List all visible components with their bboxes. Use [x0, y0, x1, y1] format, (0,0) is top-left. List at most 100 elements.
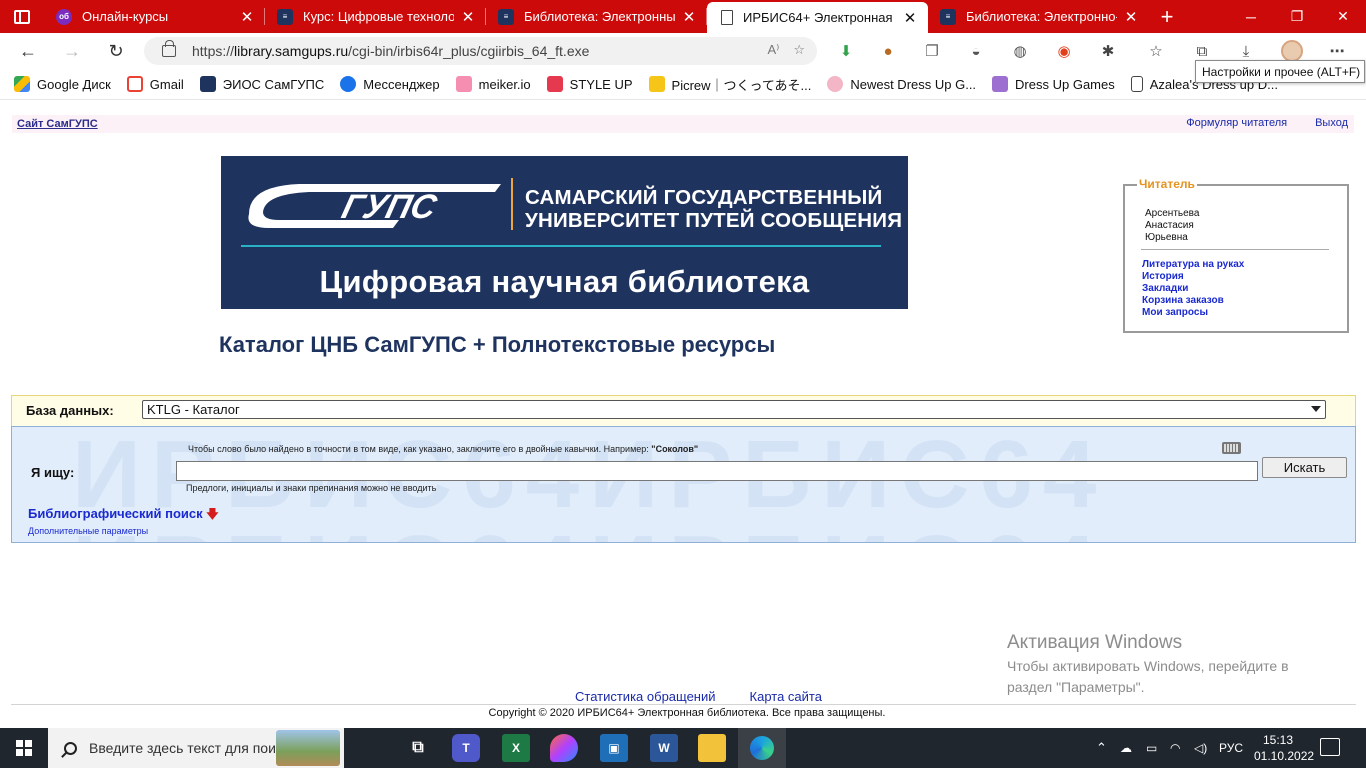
- refresh-button[interactable]: ↻: [94, 33, 138, 69]
- tab-course[interactable]: ≡ Курс: Цифровые технологии ✕: [265, 0, 486, 33]
- bookmark-newest-dress-up[interactable]: Newest Dress Up G...: [827, 76, 976, 92]
- bibliographic-search-link[interactable]: Библиографический поиск 🡇: [28, 505, 219, 526]
- close-icon[interactable]: ✕: [239, 8, 255, 26]
- bookmarks-link[interactable]: Закладки: [1142, 283, 1244, 295]
- more-menu-icon[interactable]: ⋯: [1327, 41, 1347, 61]
- clock-time: 15:13: [1262, 733, 1294, 747]
- tab-online-courses[interactable]: об Онлайн-курсы ✕: [44, 0, 265, 33]
- screen-extension-icon[interactable]: ◒: [966, 41, 986, 61]
- vpn-extension-icon[interactable]: ◉: [1054, 41, 1074, 61]
- tab-title: Библиотека: Электронно-би: [966, 9, 1117, 24]
- task-view-icon[interactable]: ⧉: [404, 734, 432, 762]
- dress-up-games-icon: [992, 76, 1009, 92]
- search-input[interactable]: [176, 461, 1258, 481]
- bookmark-meiker[interactable]: meiker.io: [455, 76, 531, 92]
- books-on-hand-link[interactable]: Литература на руках: [1142, 259, 1244, 271]
- sitemap-link[interactable]: Карта сайта: [750, 689, 822, 704]
- university-line-2: УНИВЕРСИТЕТ ПУТЕЙ СООБЩЕНИЯ: [525, 209, 903, 232]
- bibliographic-search-label: Библиографический поиск: [28, 506, 203, 521]
- bookmark-label: meiker.io: [478, 76, 531, 92]
- profile-avatar[interactable]: [1281, 40, 1303, 62]
- bookmark-eios[interactable]: ЭИОС СамГУПС: [199, 76, 324, 92]
- back-arrow-icon: ←: [19, 40, 37, 61]
- messenger-icon: [340, 76, 357, 92]
- bookmark-google-drive[interactable]: Google Диск: [14, 76, 111, 92]
- close-window-button[interactable]: ✕: [1320, 0, 1366, 33]
- new-tab-button[interactable]: +: [1149, 0, 1185, 33]
- paint-icon[interactable]: [550, 734, 578, 762]
- library-title: Цифровая научная библиотека: [319, 264, 810, 299]
- restore-button[interactable]: ❐: [1274, 0, 1320, 33]
- image-viewer-icon[interactable]: ▣: [600, 734, 628, 762]
- url-host: library.samgups.ru: [234, 43, 349, 59]
- site-link[interactable]: Сайт СамГУПС: [12, 118, 98, 130]
- close-icon[interactable]: ✕: [460, 8, 476, 26]
- globe-extension-icon[interactable]: ◍: [1010, 41, 1030, 61]
- edge-taskbar-button[interactable]: [738, 728, 786, 768]
- add-favorite-icon[interactable]: ☆: [793, 42, 805, 58]
- bookmark-label: Newest Dress Up G...: [850, 76, 977, 92]
- style-up-icon: [546, 76, 563, 92]
- favorites-icon[interactable]: ☆: [1146, 41, 1166, 61]
- bookmark-dress-up-games[interactable]: Dress Up Games: [992, 76, 1115, 92]
- tab-library-electronic[interactable]: ≡ Библиотека: Электронный к ✕: [486, 0, 707, 33]
- collections-icon[interactable]: ⧉: [1192, 41, 1212, 61]
- clock[interactable]: 15:13 01.10.2022: [1254, 732, 1314, 764]
- minimize-icon: ─: [1246, 8, 1256, 25]
- history-link[interactable]: История: [1142, 271, 1244, 283]
- logout-link[interactable]: Выход: [1315, 117, 1348, 129]
- back-button[interactable]: ←: [6, 33, 50, 69]
- vpn-tray-icon[interactable]: ☁: [1120, 728, 1132, 768]
- read-aloud-icon[interactable]: A⁾: [767, 42, 779, 58]
- my-queries-link[interactable]: Мои запросы: [1142, 307, 1244, 319]
- keyboard-icon[interactable]: [1222, 442, 1241, 454]
- volume-icon[interactable]: ◁): [1194, 728, 1207, 768]
- bookmark-messenger[interactable]: Мессенджер: [340, 76, 440, 92]
- bookmark-gmail[interactable]: Gmail: [126, 76, 184, 92]
- word-icon[interactable]: W: [650, 734, 678, 762]
- close-icon[interactable]: ✕: [902, 9, 918, 27]
- reader-form-link[interactable]: Формуляр читателя: [1186, 117, 1287, 129]
- search-panel: ИРБИС64ИРБИС64 ИРБИС64ИРБИС64 Чтобы слов…: [11, 426, 1356, 543]
- watermark-row: ИРБИС64ИРБИС64: [72, 522, 1106, 543]
- database-select[interactable]: KTLG - Каталог: [142, 400, 1326, 419]
- bookmark-label: STYLE UP: [569, 76, 633, 92]
- close-icon[interactable]: ✕: [1123, 8, 1139, 26]
- downloads-icon[interactable]: ⤓: [1236, 41, 1256, 61]
- extensions-icon[interactable]: ✱: [1098, 41, 1118, 61]
- reader-surname: Арсентьева: [1145, 208, 1200, 219]
- banner-rule: [241, 245, 881, 247]
- notifications-icon[interactable]: [1320, 738, 1340, 756]
- show-hidden-icons[interactable]: ⌃: [1096, 728, 1107, 768]
- bookmark-style-up[interactable]: STYLE UP: [546, 76, 633, 92]
- address-bar[interactable]: https://library.samgups.ru/cgi-bin/irbis…: [144, 37, 817, 65]
- bear-extension-icon[interactable]: ●: [878, 41, 898, 61]
- tab-irbis-active[interactable]: ИРБИС64+ Электронная би ✕: [707, 2, 928, 33]
- excel-icon[interactable]: X: [502, 734, 530, 762]
- start-button[interactable]: [0, 728, 48, 768]
- bookmark-label: Мессенджер: [363, 76, 440, 92]
- wifi-icon[interactable]: ◠: [1170, 728, 1180, 768]
- minimize-button[interactable]: ─: [1228, 0, 1274, 33]
- tab-library-ebs[interactable]: ≡ Библиотека: Электронно-би ✕: [928, 0, 1149, 33]
- windows-activation-watermark: Активация Windows Чтобы активировать Win…: [1007, 632, 1289, 698]
- samgups-logo: ам ГУПС: [248, 184, 501, 228]
- battery-icon[interactable]: ▭: [1146, 728, 1157, 768]
- order-cart-link[interactable]: Корзина заказов: [1142, 295, 1244, 307]
- tab-actions-button[interactable]: [0, 0, 44, 33]
- taskbar-search[interactable]: Введите здесь текст для поиска: [48, 728, 344, 768]
- close-icon[interactable]: ✕: [681, 8, 697, 26]
- file-explorer-icon[interactable]: [698, 734, 726, 762]
- search-button[interactable]: Искать: [1262, 457, 1347, 478]
- language-indicator[interactable]: РУС: [1219, 728, 1243, 768]
- forward-button[interactable]: →: [50, 33, 94, 69]
- statistics-link[interactable]: Статистика обращений: [575, 689, 716, 704]
- refresh-icon: ↻: [108, 40, 124, 61]
- teams-icon[interactable]: T: [452, 734, 480, 762]
- copy-extension-icon[interactable]: ❐: [922, 41, 942, 61]
- samgups-icon: ≡: [277, 8, 293, 25]
- additional-params-link[interactable]: Дополнительные параметры: [28, 526, 148, 536]
- page-icon: [721, 10, 733, 25]
- bookmark-picrew[interactable]: Picrew｜つくってあそ...: [648, 75, 811, 94]
- download-extension-icon[interactable]: ⬇: [836, 41, 856, 61]
